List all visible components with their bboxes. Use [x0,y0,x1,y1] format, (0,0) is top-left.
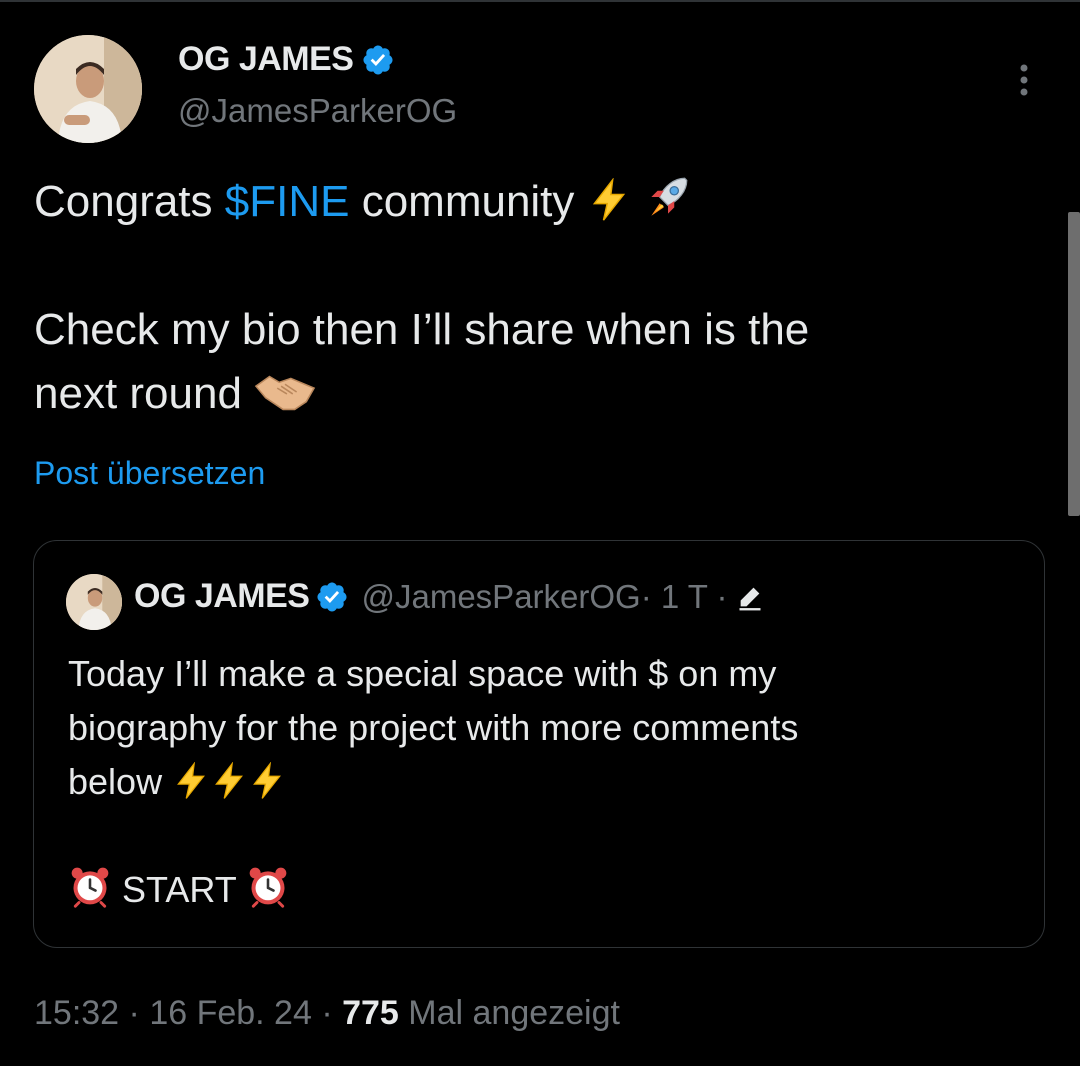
quoted-post-meta: · 1 T · [640,577,728,615]
handshake-emoji [254,375,316,411]
post-text-part2: community [349,177,587,226]
rocket-emoji [651,177,688,216]
verified-badge-icon [363,44,394,75]
lightning-emoji [253,762,282,799]
post-footer-meta: 15:32 · 16 Feb. 24 · 775 Mal angezeigt [34,994,620,1033]
author-handle[interactable]: @JamesParkerOG [178,92,457,130]
post-text-line2: Check my bio then I’ll share when is the [34,305,810,354]
start-label: START [122,869,237,910]
post-date[interactable]: 16 Feb. 24 [149,994,312,1032]
translate-post-link[interactable]: Post übersetzen [34,455,265,492]
quoted-text-line1: Today I’ll make a special space with $ o… [68,653,777,694]
post-text: Congrats $FINE community Check my bio th… [34,170,994,426]
verified-badge-icon [317,581,348,612]
lightning-emoji [592,178,625,221]
quoted-post-text: Today I’ll make a special space with $ o… [68,647,1008,917]
quoted-author-handle[interactable]: @JamesParkerOG [361,578,640,616]
quoted-author-avatar[interactable] [66,574,122,630]
post-time[interactable]: 15:32 [34,994,119,1032]
quoted-text-line2: biography for the project with more comm… [68,707,799,748]
scrollbar[interactable] [1068,212,1080,516]
quoted-author-name[interactable]: OG JAMES [134,577,310,616]
quoted-post-card[interactable]: OG JAMES @JamesParkerOG · 1 T · Today I’… [33,540,1045,948]
views-label: Mal angezeigt [398,994,620,1032]
view-count[interactable]: 775 [342,994,399,1032]
author-name[interactable]: OG JAMES [178,40,354,79]
alarm-clock-emoji [249,867,287,908]
top-divider [0,0,1080,2]
edit-pencil-icon [739,587,761,610]
alarm-clock-emoji [71,867,109,908]
lightning-emoji [215,762,244,799]
lightning-emoji [177,762,206,799]
footer-separator: · [119,994,150,1032]
footer-separator: · [311,994,343,1032]
post-text-line3: next round [34,369,255,418]
cashtag-link[interactable]: $FINE [225,177,350,226]
quoted-text-line3: below [68,761,173,802]
post-text-part1: Congrats [34,177,225,226]
author-avatar[interactable] [34,35,142,143]
more-options-icon[interactable] [1012,60,1036,100]
